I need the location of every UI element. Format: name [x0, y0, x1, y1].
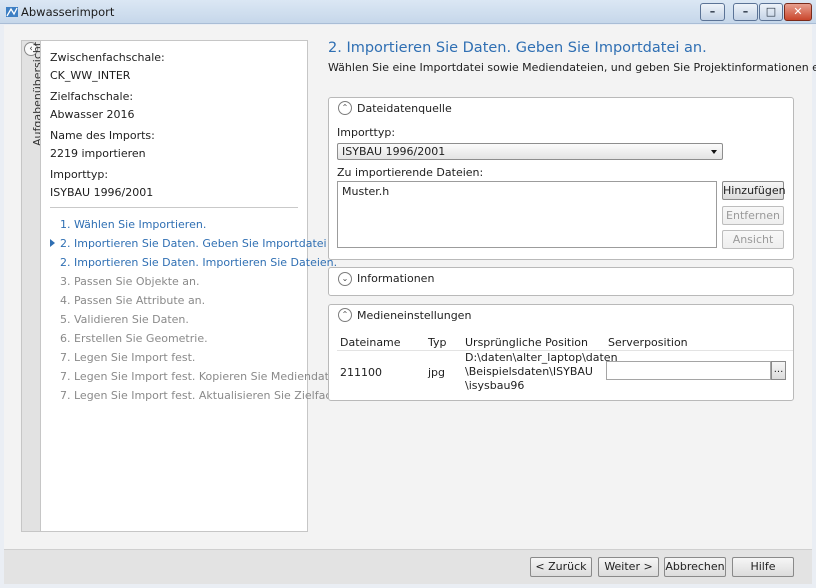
- summary-label: Name des Imports:: [50, 129, 155, 142]
- summary-value: 2219 importieren: [50, 147, 146, 160]
- summary-value: ISYBAU 1996/2001: [50, 186, 154, 199]
- summary-label: Importtyp:: [50, 168, 109, 181]
- step-item: 6. Erstellen Sie Geometrie.: [60, 332, 208, 345]
- title-bar: Abwasserimport – – □ ✕: [0, 0, 816, 24]
- datasource-title: Dateidatenquelle: [357, 102, 452, 115]
- current-step-arrow-icon: [50, 239, 55, 247]
- step-item: 7. Legen Sie Import fest. Kopieren Sie M…: [60, 370, 357, 383]
- minimize-button[interactable]: –: [700, 3, 725, 21]
- close-button[interactable]: ✕: [784, 3, 812, 21]
- chevron-up-icon: ⌃: [341, 103, 349, 112]
- summary-label: Zielfachschale:: [50, 90, 134, 103]
- view-button[interactable]: Ansicht: [722, 230, 784, 249]
- divider: [50, 207, 298, 208]
- cell-position-line: \isysbau96: [465, 379, 525, 392]
- step-item: 7. Legen Sie Import fest.: [60, 351, 196, 364]
- files-label: Zu importierende Dateien:: [337, 166, 484, 179]
- minimize-icon: –: [709, 5, 716, 18]
- step-item-current[interactable]: 2. Importieren Sie Daten. Geben Sie Impo…: [60, 237, 347, 250]
- add-button[interactable]: Hinzufügen: [722, 181, 786, 200]
- column-header-position[interactable]: Ursprüngliche Position: [465, 336, 588, 349]
- window-title: Abwasserimport: [21, 5, 115, 19]
- maximize-icon: □: [765, 5, 777, 18]
- page-subtitle: Wählen Sie eine Importdatei sowie Medien…: [328, 61, 816, 74]
- serverposition-input[interactable]: [606, 361, 771, 380]
- step-item: 7. Legen Sie Import fest. Aktualisieren …: [60, 389, 367, 402]
- next-button[interactable]: Weiter >: [598, 557, 659, 577]
- media-title: Medieneinstellungen: [357, 309, 472, 322]
- chevron-up-icon: ⌃: [341, 310, 349, 319]
- files-list[interactable]: Muster.h: [337, 181, 717, 248]
- importtyp-label: Importtyp:: [337, 126, 396, 139]
- cell-position-line: \Beispielsdaten\ISYBAU: [465, 365, 593, 378]
- chevron-down-icon: ⌄: [341, 274, 349, 283]
- cell-position-line: D:\daten\alter_laptop\daten: [465, 351, 618, 364]
- summary-label: Zwischenfachschale:: [50, 51, 165, 64]
- browse-button[interactable]: ...: [771, 361, 786, 380]
- help-button[interactable]: Hilfe: [732, 557, 794, 577]
- dropdown-arrow-icon: [711, 150, 717, 154]
- minus-icon: –: [742, 5, 749, 18]
- step-item: 5. Validieren Sie Daten.: [60, 313, 189, 326]
- maximize-button[interactable]: □: [759, 3, 783, 21]
- information-title: Informationen: [357, 272, 435, 285]
- step-item: 3. Passen Sie Objekte an.: [60, 275, 200, 288]
- column-header-dateiname[interactable]: Dateiname: [340, 336, 401, 349]
- cell-typ: jpg: [428, 366, 446, 379]
- cell-dateiname: 211100: [340, 366, 382, 379]
- step-item[interactable]: 2. Importieren Sie Daten. Importieren Si…: [60, 256, 337, 269]
- cancel-button[interactable]: Abbrechen: [664, 557, 726, 577]
- information-expander[interactable]: ⌄: [338, 272, 352, 286]
- step-item: 4. Passen Sie Attribute an.: [60, 294, 206, 307]
- close-icon: ✕: [793, 5, 803, 18]
- media-expander[interactable]: ⌃: [338, 308, 352, 322]
- list-item[interactable]: Muster.h: [342, 185, 389, 198]
- datasource-expander[interactable]: ⌃: [338, 101, 352, 115]
- page-title: 2. Importieren Sie Daten. Geben Sie Impo…: [328, 40, 707, 56]
- importtyp-value: ISYBAU 1996/2001: [342, 145, 446, 158]
- importtyp-select[interactable]: ISYBAU 1996/2001: [337, 143, 723, 160]
- column-header-serverposition[interactable]: Serverposition: [608, 336, 688, 349]
- remove-button[interactable]: Entfernen: [722, 206, 784, 225]
- column-header-typ[interactable]: Typ: [428, 336, 447, 349]
- summary-value: CK_WW_INTER: [50, 69, 131, 82]
- back-button[interactable]: < Zurück: [530, 557, 592, 577]
- step-item[interactable]: 1. Wählen Sie Importieren.: [60, 218, 206, 231]
- restore-button[interactable]: –: [733, 3, 758, 21]
- summary-value: Abwasser 2016: [50, 108, 135, 121]
- app-icon: [6, 7, 18, 17]
